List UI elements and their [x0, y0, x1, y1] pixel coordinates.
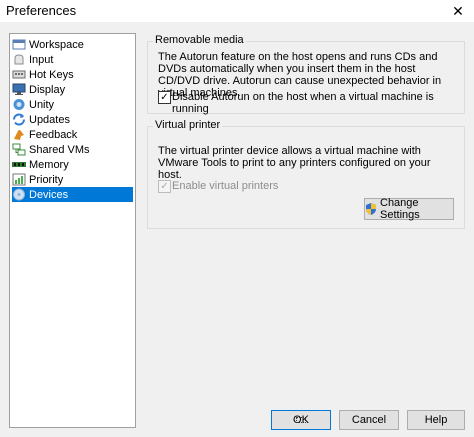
nav-item-label: Priority: [29, 173, 64, 186]
removable-media-title: Removable media: [153, 34, 246, 46]
nav-item-feedback[interactable]: Feedback: [12, 127, 133, 142]
cancel-label: Cancel: [351, 414, 387, 426]
nav-item-label: Feedback: [29, 128, 78, 141]
preferences-window: Preferences ✕ Workspace Input Hot Keys D…: [0, 0, 474, 437]
nav-item-devices[interactable]: Devices: [12, 187, 133, 202]
title-bar: Preferences ✕: [0, 0, 474, 22]
virtual-printer-description: The virtual printer device allows a virt…: [158, 145, 431, 181]
disable-autorun-label[interactable]: Disable Autorun on the host when a virtu…: [172, 91, 464, 115]
workspace-icon: [12, 38, 26, 51]
nav-item-shared-vms[interactable]: Shared VMs: [12, 142, 133, 157]
nav-item-unity[interactable]: Unity: [12, 97, 133, 112]
input-icon: [12, 53, 26, 66]
updates-icon: [12, 113, 26, 126]
enable-virtual-printers-label: Enable virtual printers: [172, 180, 279, 192]
nav-item-input[interactable]: Input: [12, 52, 133, 67]
nav-item-label: Input: [29, 53, 54, 66]
display-icon: [12, 83, 26, 96]
priority-icon: [12, 173, 26, 186]
window-title: Preferences: [6, 3, 77, 18]
nav-item-memory[interactable]: Memory: [12, 157, 133, 172]
nav-item-label: Display: [29, 83, 66, 96]
nav-item-label: Hot Keys: [29, 68, 74, 81]
devices-icon: [12, 188, 26, 201]
help-button[interactable]: Help: [407, 410, 465, 430]
nav-item-priority[interactable]: Priority: [12, 172, 133, 187]
nav-item-updates[interactable]: Updates: [12, 112, 133, 127]
unity-icon: [12, 98, 26, 111]
virtual-printer-group: Virtual printer The virtual printer devi…: [147, 119, 465, 229]
nav-item-label: Unity: [29, 98, 55, 111]
disable-autorun-checkbox[interactable]: ✓: [158, 91, 171, 104]
uac-shield-icon: [365, 202, 377, 216]
memory-icon: [12, 158, 26, 171]
virtual-printer-title: Virtual printer: [153, 119, 223, 131]
feedback-icon: [12, 128, 26, 141]
ok-button[interactable]: OK: [271, 410, 331, 430]
help-label: Help: [424, 414, 448, 426]
nav-item-label: Updates: [29, 113, 70, 126]
change-settings-label: Change Settings: [380, 197, 420, 221]
enable-virtual-printers-checkbox[interactable]: ✓: [158, 180, 171, 193]
ok-label: OK: [293, 414, 309, 426]
nav-item-label: Memory: [29, 158, 69, 171]
change-settings-button[interactable]: Change Settings: [364, 197, 454, 221]
hot-keys-icon: [12, 68, 26, 81]
nav-item-label: Workspace: [29, 38, 84, 51]
nav-item-hot-keys[interactable]: Hot Keys: [12, 67, 133, 82]
shared-vms-icon: [12, 143, 26, 156]
preferences-nav-list: Workspace Input Hot Keys Display Unity U…: [9, 33, 136, 428]
cancel-button[interactable]: Cancel: [339, 410, 399, 430]
nav-item-display[interactable]: Display: [12, 82, 133, 97]
removable-media-group: Removable media The Autorun feature on t…: [147, 34, 465, 115]
close-button[interactable]: ✕: [442, 0, 474, 22]
nav-item-workspace[interactable]: Workspace: [12, 37, 133, 52]
nav-item-label: Shared VMs: [29, 143, 90, 156]
nav-item-label: Devices: [29, 188, 69, 201]
